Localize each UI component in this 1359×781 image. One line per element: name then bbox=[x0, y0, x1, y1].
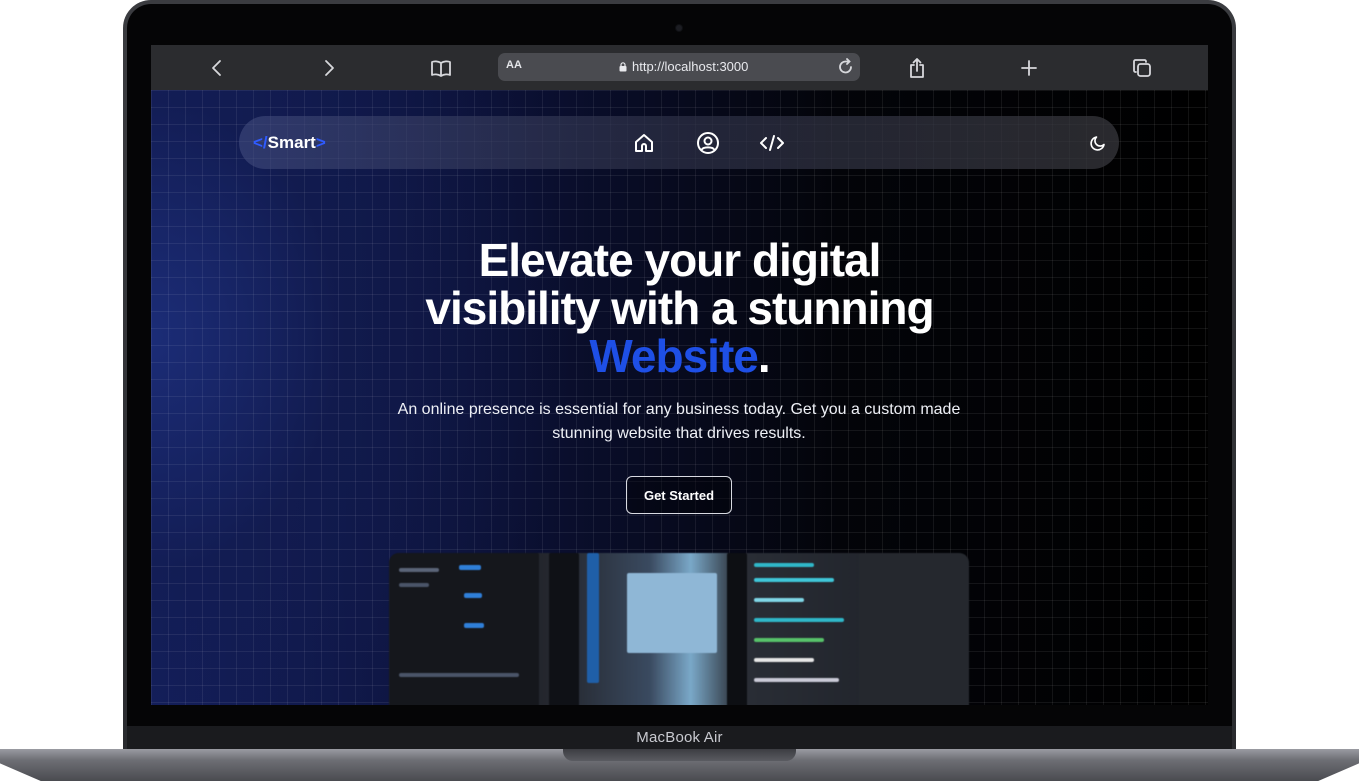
camera-icon bbox=[676, 25, 682, 31]
bookmarks-icon[interactable] bbox=[429, 56, 453, 80]
browser-toolbar: AA http://localhost:3000 bbox=[151, 45, 1208, 91]
back-icon[interactable] bbox=[205, 56, 229, 80]
site-navbar: </Smart> bbox=[239, 116, 1119, 169]
web-page: </Smart> Elevate your digital visibility… bbox=[151, 90, 1208, 705]
screen: AA http://localhost:3000 </Smart> Elevat… bbox=[151, 45, 1208, 705]
profile-icon[interactable] bbox=[695, 130, 721, 156]
device-label: MacBook Air bbox=[636, 729, 723, 746]
hero-title-end: . bbox=[757, 330, 771, 382]
lock-icon bbox=[619, 60, 627, 75]
site-logo[interactable]: </Smart> bbox=[253, 133, 326, 153]
new-tab-icon[interactable] bbox=[1017, 56, 1041, 80]
hero-title-accent: Website bbox=[589, 330, 759, 382]
tabs-overview-icon[interactable] bbox=[1130, 56, 1154, 80]
hero-title-line2: visibility with a stunning bbox=[425, 282, 934, 334]
logo-name: Smart bbox=[267, 133, 316, 152]
address-bar[interactable]: AA http://localhost:3000 bbox=[498, 53, 860, 81]
home-icon[interactable] bbox=[631, 130, 657, 156]
hero-image bbox=[389, 553, 969, 705]
code-icon[interactable] bbox=[759, 130, 785, 156]
forward-icon[interactable] bbox=[317, 56, 341, 80]
dark-mode-icon[interactable] bbox=[1085, 130, 1111, 156]
url-text: http://localhost:3000 bbox=[619, 59, 748, 75]
hero-title-line1: Elevate your digital bbox=[478, 234, 882, 286]
logo-close-bracket: > bbox=[315, 133, 326, 152]
share-icon[interactable] bbox=[905, 56, 929, 80]
url-value: http://localhost:3000 bbox=[632, 59, 749, 74]
laptop-notch bbox=[563, 749, 796, 761]
reload-icon[interactable] bbox=[838, 58, 854, 80]
hero-title: Elevate your digital visibility with a s… bbox=[151, 236, 1208, 380]
text-size-button[interactable]: AA bbox=[506, 59, 522, 71]
get-started-button[interactable]: Get Started bbox=[626, 476, 732, 514]
logo-open-bracket: </ bbox=[253, 133, 268, 152]
hero-subtitle: An online presence is essential for any … bbox=[397, 401, 961, 442]
hero-title-line3: Website. bbox=[151, 332, 1208, 380]
